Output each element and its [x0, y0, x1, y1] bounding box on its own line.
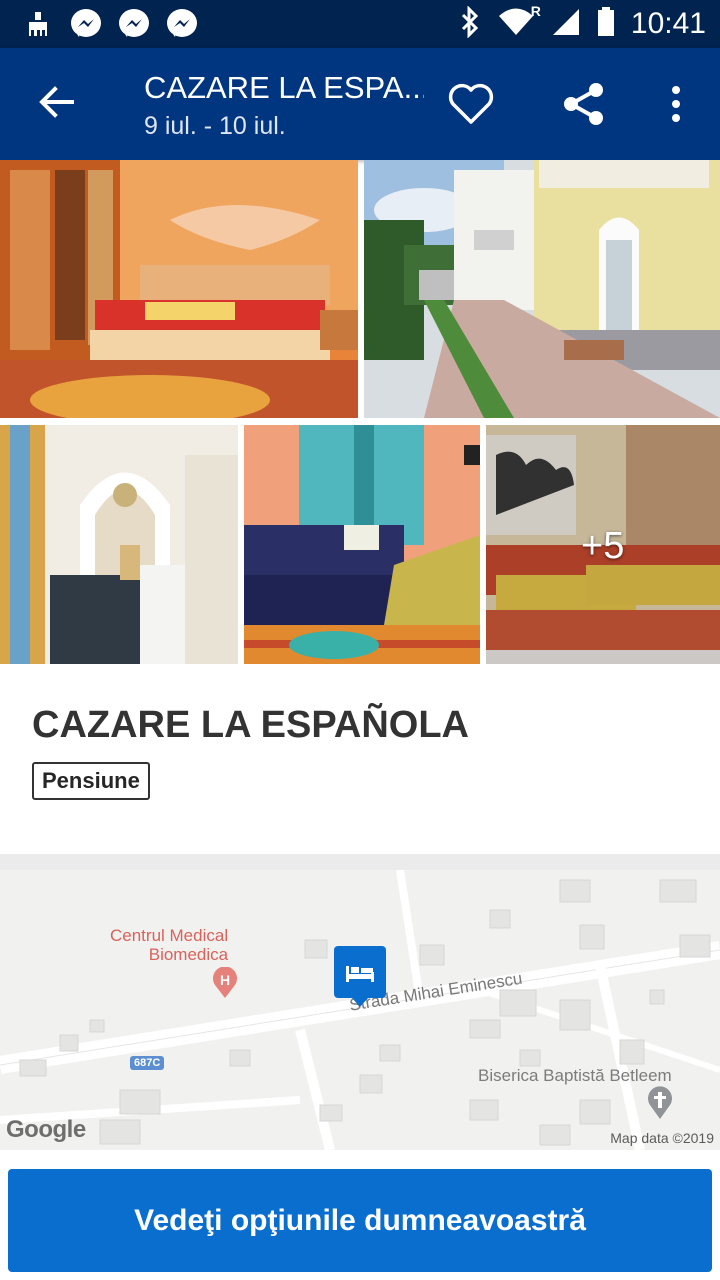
poi-medical-label: Centrul Medical Biomedica — [110, 926, 229, 964]
hotel-map-marker[interactable] — [334, 946, 386, 1013]
property-type-badge: Pensiune — [32, 762, 150, 800]
section-divider — [0, 854, 720, 870]
status-time: 10:41 — [630, 7, 706, 40]
roaming-label: R — [530, 2, 541, 19]
more-photos-count: +5 — [581, 525, 625, 567]
title-block: CAZARE LA ESPA... 9 iul. - 10 iul. — [144, 70, 424, 141]
battery-icon — [597, 6, 615, 42]
bluetooth-icon — [459, 4, 481, 43]
share-button[interactable] — [554, 78, 614, 134]
signal-icon — [551, 7, 581, 42]
wifi-icon: R — [497, 3, 541, 42]
arrow-left-icon — [38, 85, 74, 123]
map-attribution: Map data ©2019 — [610, 1130, 714, 1146]
photo-hallway[interactable] — [0, 425, 238, 664]
cleaner-icon — [22, 8, 54, 40]
page-title: CAZARE LA ESPA... — [144, 70, 424, 105]
messenger-icon — [118, 8, 150, 40]
favorite-button[interactable] — [440, 78, 502, 134]
heart-icon — [446, 82, 496, 131]
more-vertical-icon — [671, 85, 681, 127]
hospital-icon: H — [212, 966, 238, 1004]
location-map[interactable]: Centrul Medical Biomedica H Strada Mihai… — [0, 870, 720, 1150]
photo-exterior[interactable] — [364, 160, 720, 418]
messenger-icon — [166, 8, 198, 40]
property-name: CAZARE LA ESPAÑOLA — [32, 704, 469, 746]
status-bar: R 10:41 — [0, 0, 720, 48]
photo-bedroom-orange[interactable] — [0, 160, 358, 418]
stay-dates: 9 iul. - 10 iul. — [144, 112, 286, 140]
route-badge: 687C — [130, 1056, 165, 1070]
more-options-button[interactable] — [656, 78, 696, 134]
app-bar: CAZARE LA ESPA... 9 iul. - 10 iul. — [0, 48, 720, 160]
photo-bedroom-twin[interactable]: +5 — [486, 425, 720, 664]
photo-bedroom-blue[interactable] — [244, 425, 480, 664]
google-logo: Google — [6, 1116, 86, 1143]
see-options-button[interactable]: Vedeţi opţiunile dumneavoastră — [8, 1169, 712, 1272]
poi-church-label: Biserica Baptistă Betleem — [478, 1066, 672, 1085]
svg-text:H: H — [220, 972, 230, 988]
share-icon — [561, 81, 607, 132]
messenger-icon — [70, 8, 102, 40]
church-icon — [647, 1086, 673, 1125]
back-button[interactable] — [28, 78, 84, 130]
